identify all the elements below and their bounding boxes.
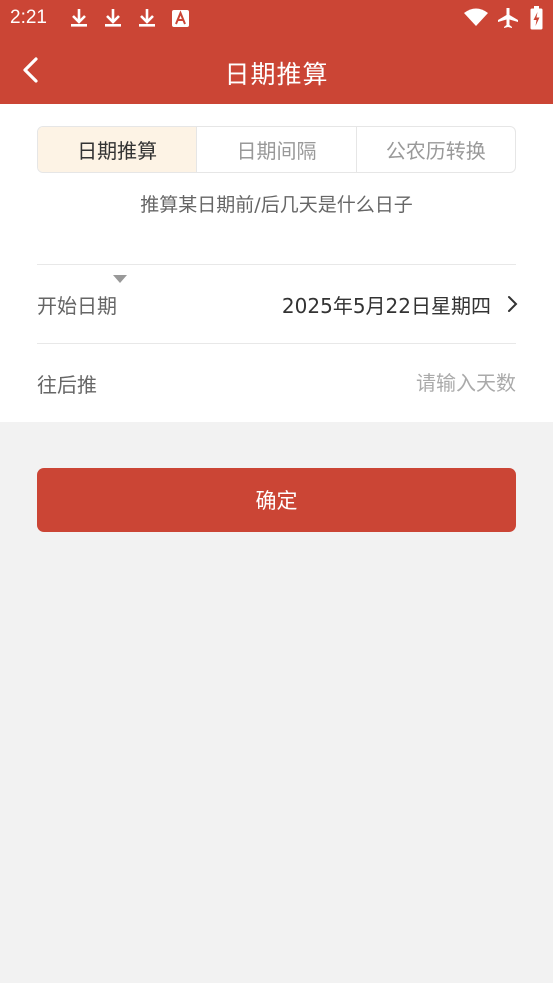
days-input[interactable] (316, 366, 516, 400)
font-a-icon (172, 10, 189, 27)
download-icon (71, 9, 87, 27)
tab-date-calc[interactable]: 日期推算 (38, 127, 198, 172)
download-icon (139, 9, 155, 27)
status-time: 2:21 (10, 7, 47, 28)
tab-lunar-convert[interactable]: 公农历转换 (357, 127, 515, 172)
page-title: 日期推算 (224, 60, 329, 89)
tab-date-interval[interactable]: 日期间隔 (197, 127, 357, 172)
status-bar: 2:21 (0, 0, 553, 36)
airplane-icon (498, 8, 518, 28)
confirm-button[interactable]: 确定 (37, 468, 516, 532)
divider (37, 264, 516, 265)
start-date-label: 开始日期 (37, 294, 117, 318)
divider (37, 343, 516, 344)
caret-down-icon (113, 275, 127, 283)
battery-charging-icon (530, 6, 543, 30)
chevron-right-icon (508, 296, 518, 312)
mode-description: 推算某日期前/后几天是什么日子 (140, 194, 413, 216)
main-panel: 日期推算 日期间隔 公农历转换 推算某日期前/后几天是什么日子 开始日期 202… (0, 104, 553, 422)
wifi-icon (464, 8, 488, 26)
app-bar: 日期推算 (0, 36, 553, 104)
download-icon (105, 9, 121, 27)
start-date-value[interactable]: 2025年5月22日星期四 (282, 290, 491, 319)
direction-label: 往后推 (37, 373, 97, 397)
mode-tabs: 日期推算 日期间隔 公农历转换 (37, 126, 516, 173)
